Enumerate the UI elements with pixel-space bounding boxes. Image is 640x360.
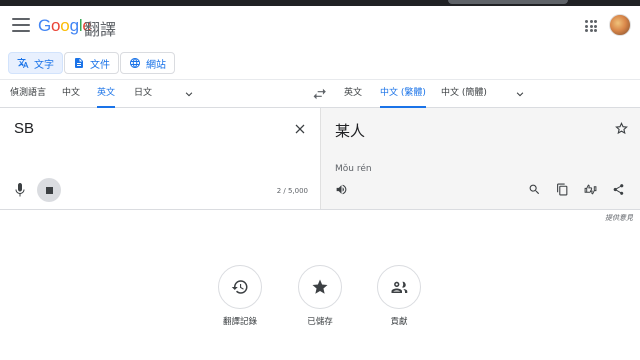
search-icon[interactable] — [528, 183, 541, 196]
product-name: 翻譯 — [84, 20, 117, 39]
contribute-icon — [391, 281, 408, 293]
target-lang-english[interactable]: 英文 — [344, 80, 362, 108]
contribute-button[interactable]: 貢獻 — [369, 265, 429, 327]
avatar[interactable] — [609, 14, 631, 36]
send-feedback-link[interactable]: 提供意見 — [605, 213, 633, 223]
stop-recording-button[interactable] — [37, 178, 61, 202]
source-panel: SB 2 / 5,000 — [0, 108, 320, 210]
language-bar: 偵測語言 中文 英文 日文 英文 中文 (繁體) 中文 (簡體) — [0, 80, 640, 108]
app-header: Google 翻譯 — [0, 6, 640, 46]
source-lang-chinese[interactable]: 中文 — [62, 80, 80, 108]
logo-letter: g — [69, 16, 79, 35]
mode-website-button[interactable]: 網站 — [120, 52, 175, 74]
share-icon[interactable] — [612, 183, 625, 196]
contribute-label: 貢獻 — [390, 317, 408, 327]
mode-label: 網站 — [146, 59, 166, 71]
globe-icon — [130, 58, 140, 68]
swap-languages-icon[interactable] — [313, 88, 327, 100]
browser-tab-pill — [448, 0, 568, 4]
speaker-icon[interactable] — [335, 183, 348, 196]
history-button[interactable]: 翻譯記錄 — [210, 265, 270, 327]
mode-label: 文字 — [34, 59, 54, 71]
logo-letter: o — [60, 16, 70, 35]
mode-document-button[interactable]: 文件 — [64, 52, 119, 74]
stop-icon — [46, 187, 53, 194]
contribute-circle[interactable] — [377, 265, 421, 309]
chevron-down-icon[interactable] — [515, 89, 525, 99]
microphone-icon[interactable] — [14, 182, 26, 198]
rate-translation-icon[interactable] — [584, 183, 597, 196]
saved-circle[interactable] — [298, 265, 342, 309]
star-outline-icon[interactable] — [615, 122, 628, 135]
character-count: 2 / 5,000 — [276, 187, 308, 195]
logo-letter: o — [51, 16, 61, 35]
target-lang-chinese-traditional[interactable]: 中文 (繁體) — [380, 80, 426, 108]
history-label: 翻譯記錄 — [222, 317, 257, 327]
translation-output: 某人 — [335, 122, 366, 140]
mode-text-button[interactable]: 文字 — [8, 52, 63, 74]
source-lang-japanese[interactable]: 日文 — [134, 80, 152, 108]
saved-button[interactable]: 已儲存 — [290, 265, 350, 327]
source-lang-english[interactable]: 英文 — [97, 80, 116, 108]
chevron-down-icon[interactable] — [184, 89, 194, 99]
document-icon — [75, 58, 83, 68]
target-panel: 某人 Mǒu rén — [320, 108, 640, 210]
hamburger-menu-icon[interactable] — [12, 18, 30, 34]
saved-label: 已儲存 — [307, 317, 333, 327]
mode-label: 文件 — [90, 59, 110, 71]
source-lang-detect[interactable]: 偵測語言 — [10, 80, 46, 108]
apps-grid-icon[interactable] — [585, 20, 597, 32]
target-lang-chinese-simplified[interactable]: 中文 (簡體) — [441, 80, 487, 108]
star-icon — [312, 279, 328, 294]
copy-icon[interactable] — [556, 183, 569, 196]
source-text-input[interactable]: SB — [14, 120, 34, 137]
transliteration: Mǒu rén — [335, 164, 372, 174]
mode-tabs: 文字 文件 網站 — [0, 46, 640, 80]
history-circle[interactable] — [218, 265, 262, 309]
panel-divider — [0, 209, 640, 210]
close-icon[interactable] — [294, 123, 306, 135]
logo-letter: G — [38, 16, 52, 35]
translate-icon — [17, 58, 29, 68]
history-icon — [231, 280, 248, 294]
